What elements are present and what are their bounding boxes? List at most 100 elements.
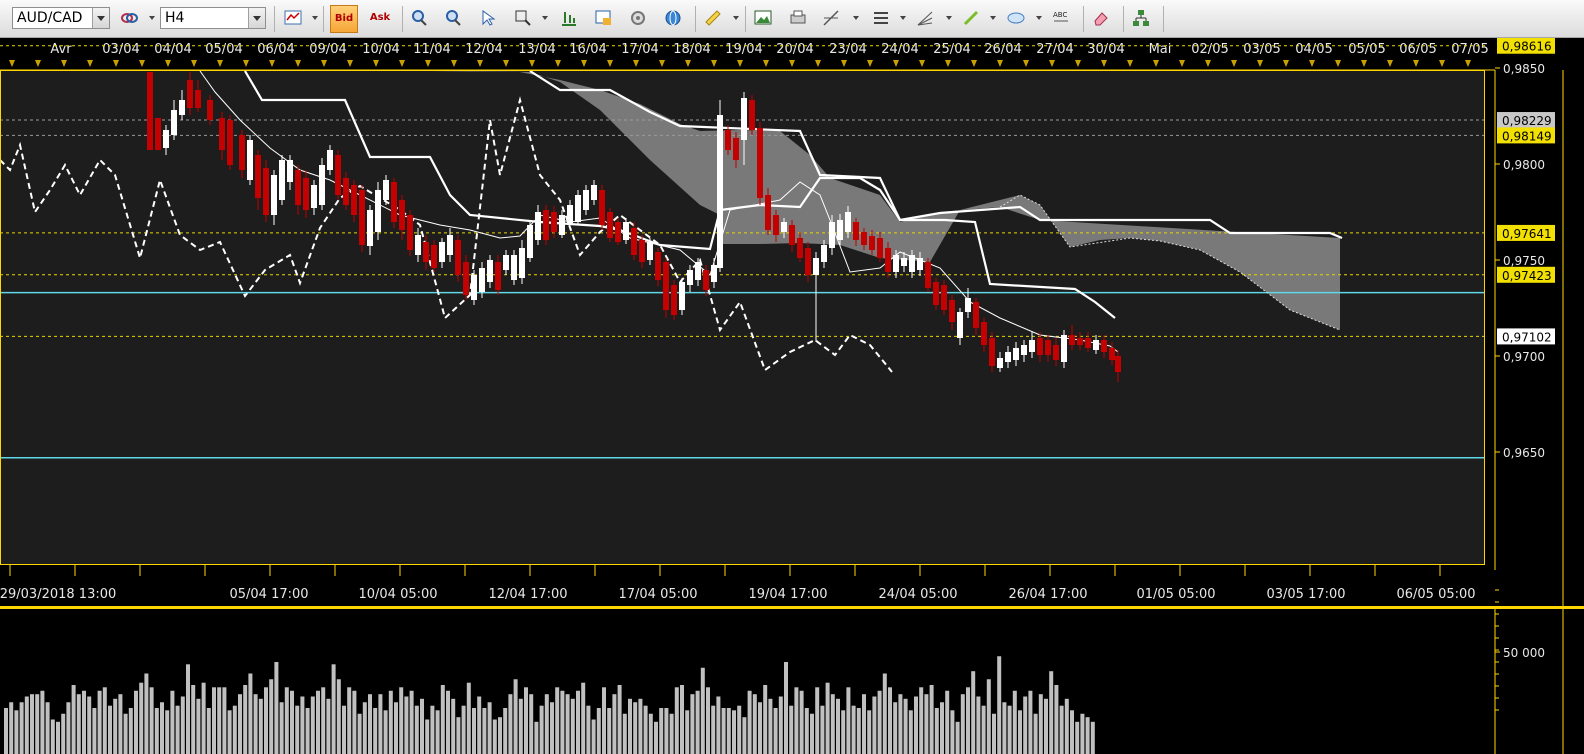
bull-candle[interactable] <box>717 115 723 268</box>
bull-candle[interactable] <box>327 150 333 170</box>
sync-icon[interactable] <box>118 7 140 29</box>
bear-candle[interactable] <box>1109 348 1115 360</box>
bull-candle[interactable] <box>179 100 185 115</box>
bear-candle[interactable] <box>725 130 731 150</box>
layout-tree-icon[interactable] <box>1130 7 1152 29</box>
bull-candle[interactable] <box>583 190 589 210</box>
bull-candle[interactable] <box>893 255 899 272</box>
symbol-select[interactable]: AUD/CAD <box>12 7 110 29</box>
bear-candle[interactable] <box>263 168 269 215</box>
bear-candle[interactable] <box>463 262 469 295</box>
bear-candle[interactable] <box>655 252 661 280</box>
bear-candle[interactable] <box>239 135 245 170</box>
bear-candle[interactable] <box>1085 338 1091 348</box>
bear-candle[interactable] <box>543 210 549 240</box>
gann-fan-icon[interactable] <box>914 7 936 29</box>
bull-candle[interactable] <box>511 255 517 280</box>
bull-candle[interactable] <box>711 265 717 282</box>
bull-candle[interactable] <box>741 98 747 140</box>
chevron-down-icon[interactable] <box>149 16 155 20</box>
bull-candle[interactable] <box>383 180 389 200</box>
chart-area[interactable]: Avr 03/04 04/04 05/04 06/04 09/04 10/04 11/04 12… <box>0 38 1584 754</box>
zoom-out-icon[interactable] <box>442 7 464 29</box>
chevron-down-icon[interactable] <box>92 8 109 28</box>
bull-candle[interactable] <box>1093 340 1099 350</box>
bear-candle[interactable] <box>615 222 621 242</box>
bear-candle[interactable] <box>303 178 309 210</box>
bull-candle[interactable] <box>679 282 685 310</box>
bull-candle[interactable] <box>311 185 317 208</box>
bull-candle[interactable] <box>1021 345 1027 355</box>
bull-candle[interactable] <box>559 215 565 235</box>
bear-candle[interactable] <box>227 120 233 165</box>
bear-candle[interactable] <box>639 240 645 262</box>
bear-candle[interactable] <box>495 262 501 290</box>
bear-candle[interactable] <box>187 80 193 108</box>
globe-icon[interactable] <box>662 7 684 29</box>
bear-candle[interactable] <box>885 248 891 272</box>
bear-candle[interactable] <box>663 262 669 310</box>
chevron-down-icon[interactable] <box>946 16 952 20</box>
bull-candle[interactable] <box>375 190 381 232</box>
bear-candle[interactable] <box>789 225 795 245</box>
chevron-down-icon[interactable] <box>990 16 996 20</box>
bear-candle[interactable] <box>989 338 995 366</box>
chart-type-icon[interactable] <box>282 7 304 29</box>
indicators-icon[interactable] <box>558 7 580 29</box>
settings-icon[interactable] <box>627 7 649 29</box>
bear-candle[interactable] <box>877 238 883 258</box>
bear-candle[interactable] <box>765 195 771 230</box>
bull-candle[interactable] <box>909 255 915 272</box>
bear-candle[interactable] <box>1053 345 1059 360</box>
bear-candle[interactable] <box>607 212 613 238</box>
bear-candle[interactable] <box>797 238 803 258</box>
bull-candle[interactable] <box>845 212 851 232</box>
bear-candle[interactable] <box>399 200 405 230</box>
chevron-down-icon[interactable] <box>733 16 739 20</box>
bear-candle[interactable] <box>1101 340 1107 352</box>
bull-candle[interactable] <box>279 160 285 200</box>
chevron-down-icon[interactable] <box>248 8 265 28</box>
bull-candle[interactable] <box>695 262 701 280</box>
bear-candle[interactable] <box>773 215 779 235</box>
bull-candle[interactable] <box>901 258 907 266</box>
chevron-down-icon[interactable] <box>312 16 318 20</box>
bull-candle[interactable] <box>917 258 923 270</box>
chevron-down-icon[interactable] <box>853 16 859 20</box>
bull-candle[interactable] <box>567 205 573 225</box>
bull-candle[interactable] <box>1013 348 1019 360</box>
bull-candle[interactable] <box>821 245 827 262</box>
bull-candle[interactable] <box>687 270 693 285</box>
bear-candle[interactable] <box>869 236 875 250</box>
magnifier-icon[interactable] <box>512 7 534 29</box>
bear-candle[interactable] <box>343 178 349 205</box>
bull-candle[interactable] <box>535 212 541 240</box>
print-icon[interactable] <box>787 7 809 29</box>
fibonacci-icon[interactable] <box>870 7 892 29</box>
bull-candle[interactable] <box>519 248 525 278</box>
bear-candle[interactable] <box>155 118 161 150</box>
bear-candle[interactable] <box>973 302 979 328</box>
bear-candle[interactable] <box>703 270 709 290</box>
bear-candle[interactable] <box>933 282 939 305</box>
bull-candle[interactable] <box>575 195 581 222</box>
panel-separator[interactable] <box>0 606 1584 609</box>
bull-candle[interactable] <box>957 312 963 338</box>
bear-candle[interactable] <box>757 128 763 198</box>
bull-candle[interactable] <box>1029 340 1035 352</box>
bull-candle[interactable] <box>319 165 325 205</box>
bull-candle[interactable] <box>163 130 169 148</box>
bear-candle[interactable] <box>423 242 429 262</box>
bull-candle[interactable] <box>271 175 277 215</box>
bear-candle[interactable] <box>147 72 153 150</box>
bull-candle[interactable] <box>439 242 445 262</box>
bear-candle[interactable] <box>335 155 341 195</box>
bear-candle[interactable] <box>671 285 677 315</box>
chevron-down-icon[interactable] <box>542 16 548 20</box>
bull-candle[interactable] <box>813 258 819 275</box>
ask-button[interactable]: Ask <box>366 5 394 33</box>
bear-candle[interactable] <box>255 155 261 198</box>
bull-candle[interactable] <box>623 222 629 240</box>
pen-icon[interactable] <box>960 7 982 29</box>
bull-candle[interactable] <box>527 225 533 258</box>
